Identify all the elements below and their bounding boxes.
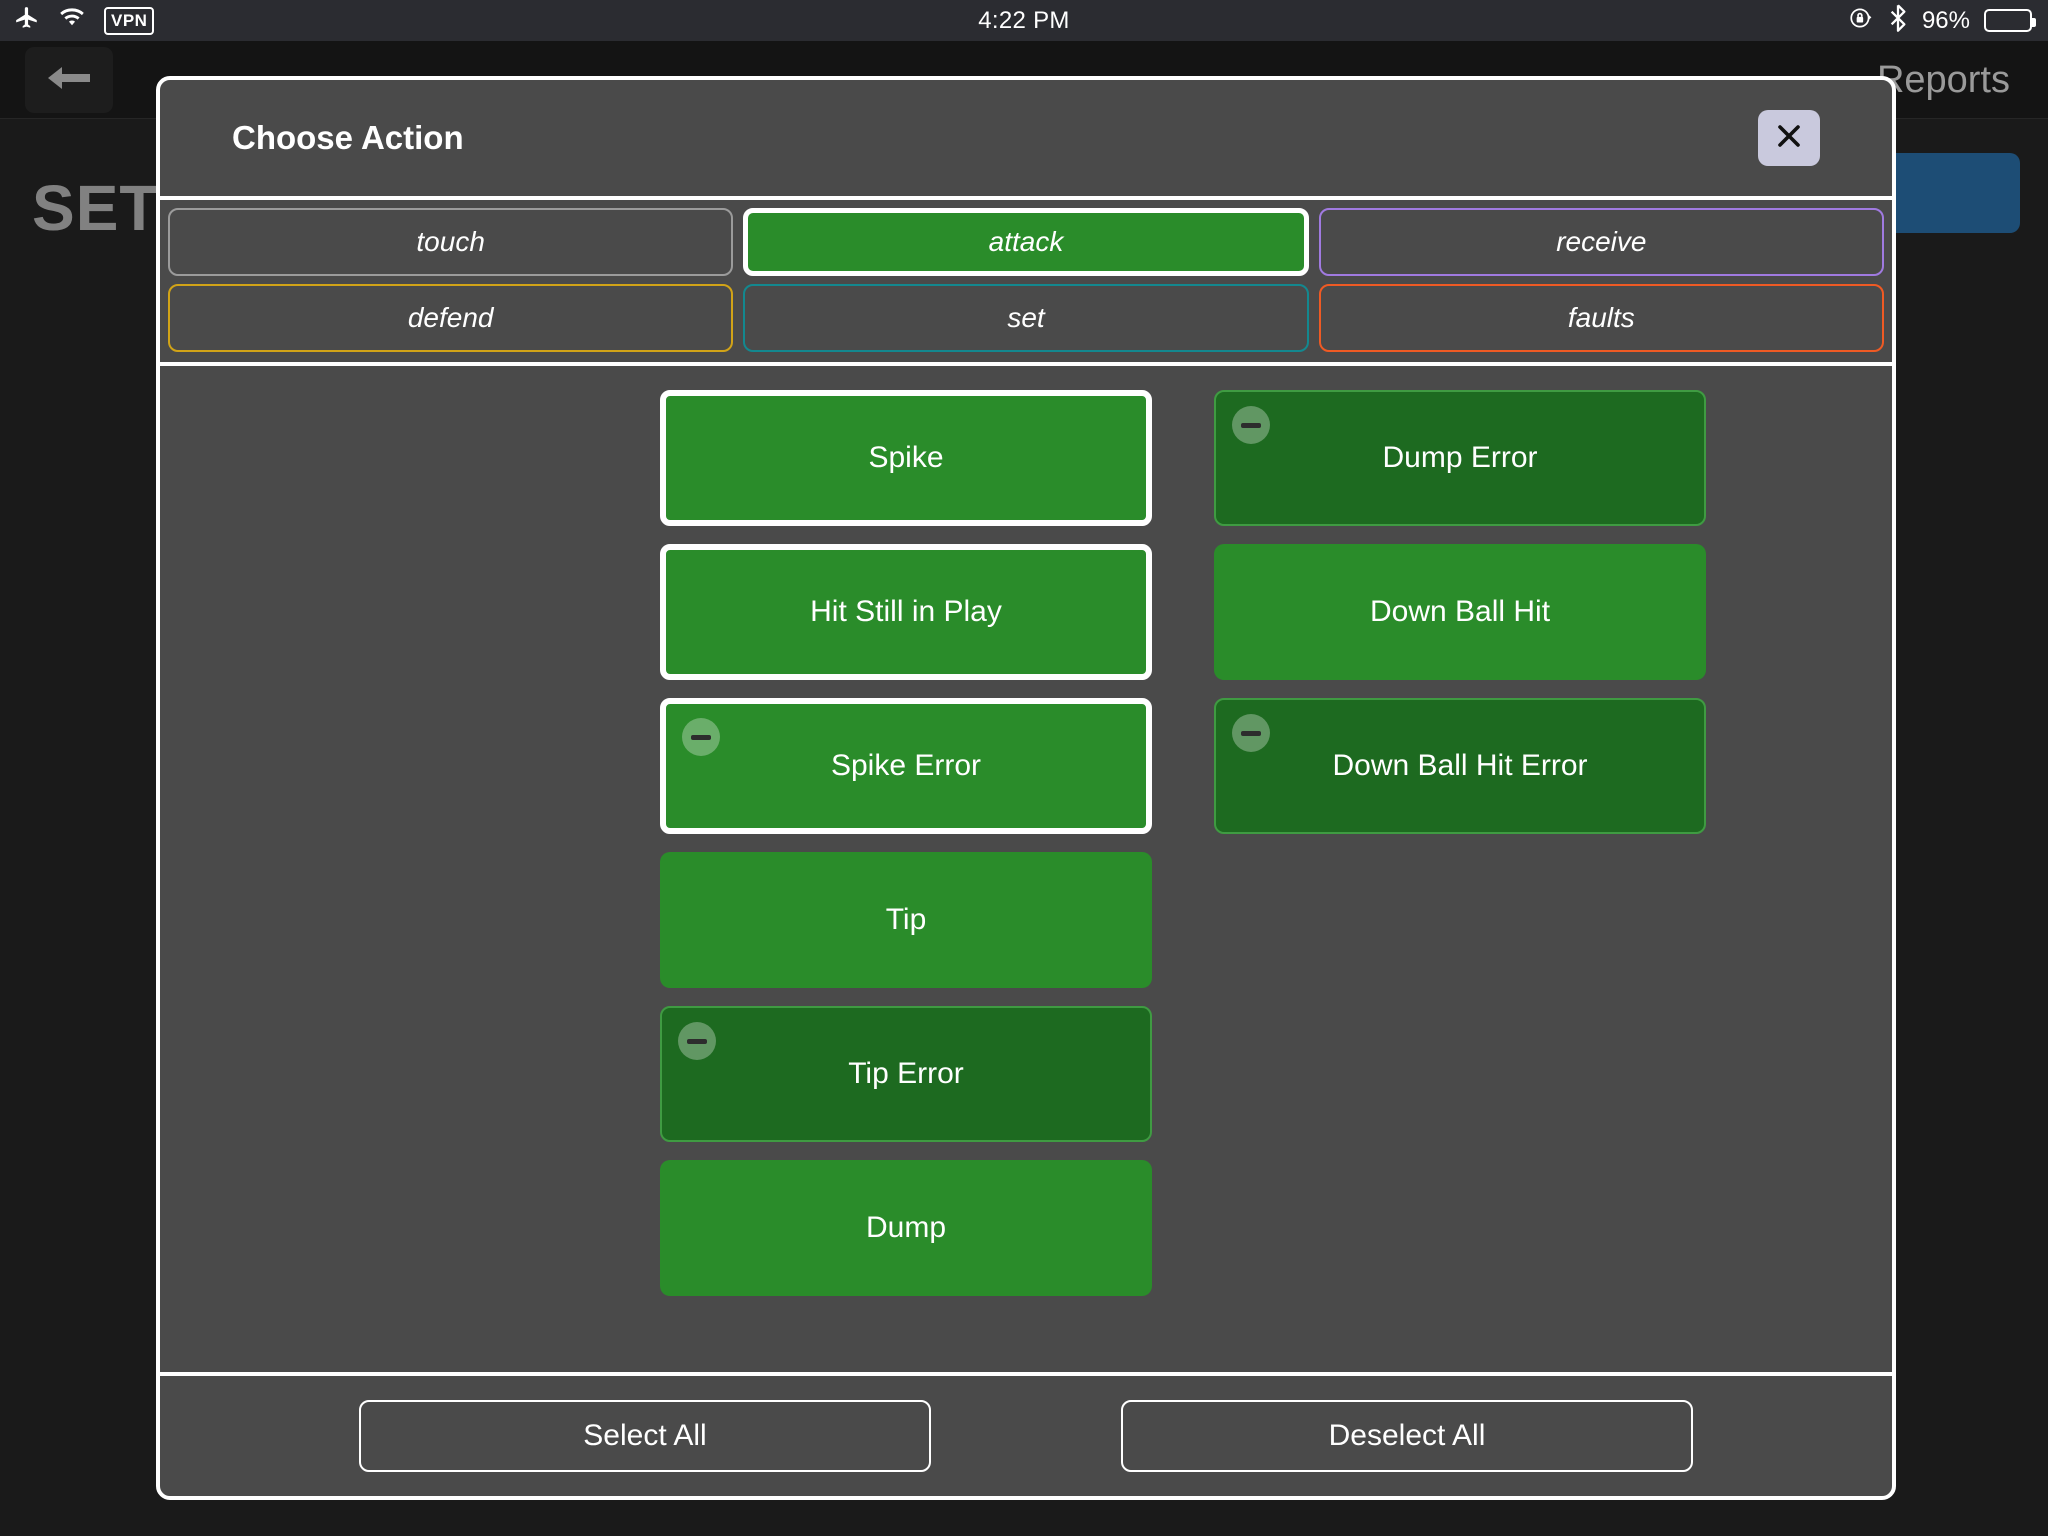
action-button-label: Dump xyxy=(865,1211,947,1244)
action-button[interactable]: Dump Error xyxy=(1214,390,1706,526)
action-button-label: Dump Error xyxy=(1382,441,1538,474)
tab-attack[interactable]: attack xyxy=(743,208,1309,276)
battery-percent: 96% xyxy=(1921,6,1970,34)
close-icon xyxy=(1774,121,1804,156)
tab-label: receive xyxy=(1556,226,1647,257)
action-button-label: Tip xyxy=(885,903,927,936)
nav-reports-label[interactable]: Reports xyxy=(1877,59,2010,102)
back-arrow-icon xyxy=(46,61,92,100)
tab-set[interactable]: set xyxy=(743,284,1309,352)
tab-receive[interactable]: receive xyxy=(1318,208,1884,276)
action-button[interactable]: Tip Error xyxy=(660,1006,1152,1142)
minus-circle-icon xyxy=(678,1022,716,1060)
back-button[interactable] xyxy=(25,47,113,113)
bluetooth-icon xyxy=(1888,4,1908,37)
action-button[interactable]: Spike Error xyxy=(660,698,1152,834)
action-category-tabs: touch attack receive defend set faults xyxy=(160,200,1892,366)
action-button-label: Spike Error xyxy=(830,749,982,782)
minus-circle-icon xyxy=(1232,406,1270,444)
modal-header: Choose Action xyxy=(160,80,1892,200)
tab-faults[interactable]: faults xyxy=(1318,284,1884,352)
minus-circle-icon xyxy=(682,718,720,756)
status-bar: VPN 4:22 PM 96% xyxy=(0,0,2048,41)
modal-footer: Select All Deselect All xyxy=(160,1372,1892,1496)
action-columns: Spike Hit Still in Play Spike Error Tip Tip … xyxy=(160,390,1892,1296)
select-all-button[interactable]: Select All xyxy=(359,1400,931,1472)
status-bar-time: 4:22 PM xyxy=(978,6,1070,34)
battery-icon xyxy=(1984,9,2036,32)
tab-label: faults xyxy=(1567,302,1635,333)
tab-label: defend xyxy=(407,302,494,333)
action-button-label: Tip Error xyxy=(848,1057,964,1090)
action-button[interactable]: Down Ball Hit xyxy=(1214,544,1706,680)
action-button[interactable]: Spike xyxy=(660,390,1152,526)
action-button[interactable]: Hit Still in Play xyxy=(660,544,1152,680)
action-button[interactable]: Tip xyxy=(660,852,1152,988)
action-list-pane: Spike Hit Still in Play Spike Error Tip Tip … xyxy=(160,366,1892,1372)
action-column-1: Spike Hit Still in Play Spike Error Tip Tip … xyxy=(660,390,1152,1296)
action-column-2: Dump Error Down Ball Hit Down Ball Hit Err… xyxy=(1214,390,1706,1296)
action-button-label: Spike xyxy=(868,441,944,474)
action-button-label: Hit Still in Play xyxy=(810,595,1002,628)
tab-label: set xyxy=(1007,302,1045,333)
action-button[interactable]: Down Ball Hit Error xyxy=(1214,698,1706,834)
tab-defend[interactable]: defend xyxy=(168,284,734,352)
action-button[interactable]: Dump xyxy=(660,1160,1152,1296)
action-button-label: Down Ball Hit xyxy=(1369,595,1551,628)
choose-action-modal: Choose Action touch attack receive defend se… xyxy=(156,76,1896,1500)
tab-label: touch xyxy=(416,226,485,257)
minus-circle-icon xyxy=(1232,714,1270,752)
tab-touch[interactable]: touch xyxy=(168,208,734,276)
rotation-lock-icon xyxy=(1848,5,1874,36)
tab-label: attack xyxy=(988,226,1064,257)
modal-title: Choose Action xyxy=(232,119,464,156)
action-button-label: Down Ball Hit Error xyxy=(1332,749,1588,782)
status-bar-right: 96% xyxy=(1848,0,2036,41)
deselect-all-button[interactable]: Deselect All xyxy=(1121,1400,1693,1472)
close-button[interactable] xyxy=(1758,110,1820,166)
